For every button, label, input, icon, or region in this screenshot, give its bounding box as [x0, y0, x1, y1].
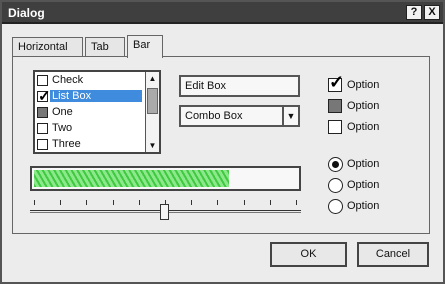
slider-tick — [113, 200, 114, 205]
combo-box[interactable]: Combo Box ▼ — [179, 105, 300, 127]
tab-bar[interactable]: Bar — [127, 35, 163, 58]
list-item[interactable]: Two — [35, 120, 145, 137]
progress-fill — [34, 170, 229, 187]
edit-box[interactable]: Edit Box — [179, 75, 300, 97]
tab-tab[interactable]: Tab — [85, 37, 125, 57]
radio-option-label: Option — [347, 158, 380, 170]
radio-icon[interactable] — [328, 199, 343, 214]
list-item-label: Two — [52, 122, 73, 134]
slider-tick — [34, 200, 35, 205]
checkbox-icon[interactable] — [328, 120, 342, 134]
slider-tick — [270, 200, 271, 205]
checkbox-option-label: Option — [347, 121, 380, 133]
combo-box-value: Combo Box — [185, 110, 243, 122]
scroll-up-icon[interactable]: ▲ — [146, 72, 159, 85]
radio-option-label: Option — [347, 179, 380, 191]
slider-tick — [191, 200, 192, 205]
slider[interactable] — [30, 200, 301, 222]
scroll-thumb[interactable] — [147, 88, 158, 114]
slider-tick — [217, 200, 218, 205]
slider-tick — [60, 200, 61, 205]
help-button[interactable]: ? — [406, 5, 422, 20]
title-bar[interactable]: Dialog ? X — [2, 2, 443, 24]
scroll-down-icon[interactable]: ▼ — [146, 139, 159, 152]
list-item[interactable]: Three — [35, 136, 145, 153]
slider-thumb[interactable] — [160, 204, 169, 220]
checkbox-icon[interactable] — [37, 107, 48, 118]
checkbox-icon[interactable] — [37, 123, 48, 134]
list-box[interactable]: Check List Box One Two Three ▲ ▼ — [33, 70, 161, 154]
slider-tick — [296, 200, 297, 205]
list-item-label: Check — [52, 74, 84, 86]
radio-selected-icon[interactable] — [328, 157, 343, 172]
checkbox-option-label: Option — [347, 100, 380, 112]
cancel-button[interactable]: Cancel — [357, 242, 429, 267]
list-scrollbar[interactable]: ▲ ▼ — [145, 72, 159, 152]
ok-button[interactable]: OK — [270, 242, 347, 267]
tab-horizontal[interactable]: Horizontal — [12, 37, 83, 57]
window-title: Dialog — [8, 6, 45, 20]
checkmark-icon[interactable] — [328, 72, 344, 93]
radio-option-label: Option — [347, 200, 380, 212]
list-item-label: List Box — [50, 90, 142, 102]
checkmark-icon[interactable] — [37, 87, 51, 105]
radio-icon[interactable] — [328, 178, 343, 193]
checkbox-icon[interactable] — [37, 75, 48, 86]
list-item[interactable]: One — [35, 104, 145, 121]
list-item[interactable]: List Box — [35, 87, 145, 105]
progress-bar — [30, 166, 301, 191]
close-button[interactable]: X — [424, 5, 440, 20]
slider-tick — [244, 200, 245, 205]
checkbox-option-label: Option — [347, 79, 380, 91]
slider-tick — [86, 200, 87, 205]
checkbox-icon[interactable] — [328, 99, 342, 113]
checkbox-icon[interactable] — [37, 139, 48, 150]
list-item-label: Three — [52, 138, 81, 150]
chevron-down-icon[interactable]: ▼ — [282, 107, 298, 125]
list-item-label: One — [52, 106, 73, 118]
list-item[interactable]: Check — [35, 72, 145, 89]
slider-tick — [139, 200, 140, 205]
